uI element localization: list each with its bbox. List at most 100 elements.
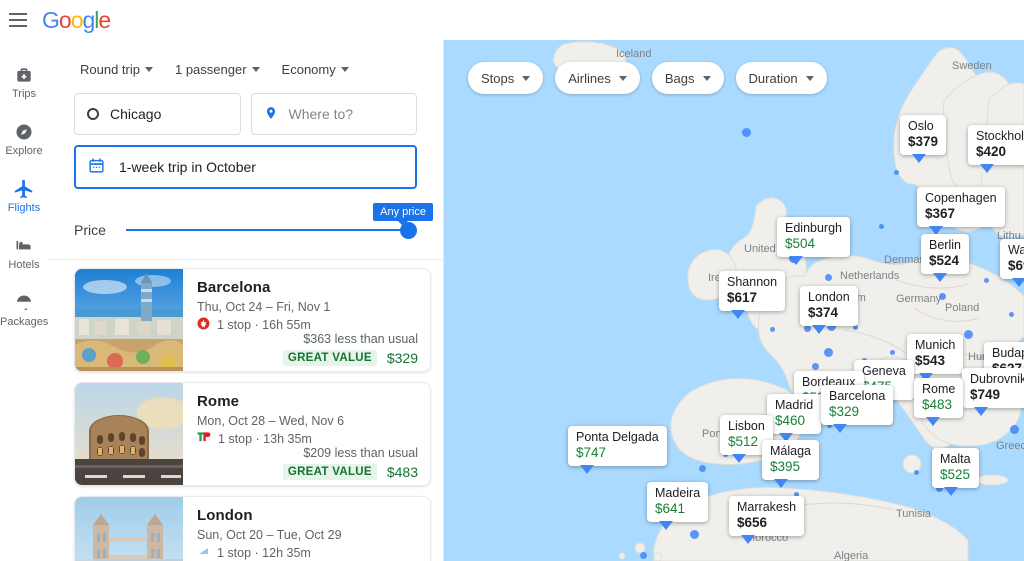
marker-city: Lisbon — [728, 419, 765, 433]
location-pin-icon — [264, 104, 278, 125]
dates-input[interactable]: 1-week trip in October — [74, 145, 417, 189]
price-slider-tooltip: Any price — [373, 203, 433, 226]
marker-city: Barcelona — [829, 389, 886, 403]
result-price: $329 — [386, 350, 418, 366]
result-price-note: $363 less than usual — [303, 332, 418, 346]
map-price-marker-london[interactable]: London $374 — [800, 286, 858, 334]
result-stops-text: 1 stop · 13h 35m — [218, 431, 312, 446]
destination-map[interactable]: Stops Airlines Bags Duration Iceland Swed… — [444, 40, 1024, 561]
map-price-marker-stockholm[interactable]: Stockholm$420 — [968, 125, 1024, 173]
dates-value: 1-week trip in October — [119, 159, 256, 175]
result-price-row: GREAT VALUE $483 — [282, 464, 418, 480]
sidebar-item-trips[interactable]: Trips — [0, 54, 48, 111]
marker-pointer-icon — [833, 423, 847, 433]
chevron-down-icon — [522, 75, 531, 81]
google-logo: Google — [42, 6, 111, 33]
marker-city: Ponta Delgada — [576, 430, 659, 444]
marker-city: Dubrovnik — [970, 372, 1024, 386]
map-price-marker-ponta-delgada[interactable]: Ponta Delgada $747 — [568, 426, 667, 474]
map-price-marker-munich[interactable]: Munich $543 — [907, 334, 964, 382]
sidebar-item-explore[interactable]: Explore — [0, 111, 48, 168]
chevron-down-icon — [340, 67, 349, 72]
price-slider-thumb[interactable] — [400, 221, 417, 239]
chevron-down-icon — [144, 67, 153, 72]
chevron-down-icon — [702, 75, 711, 81]
origin-input[interactable]: Chicago — [74, 93, 241, 135]
marker-price: $697 — [1008, 257, 1024, 273]
result-stops-text: 1 stop · 12h 35m — [217, 545, 311, 560]
map-price-marker-copenhagen[interactable]: Copenhagen $367 — [917, 187, 1005, 235]
marker-price: $367 — [925, 205, 956, 221]
map-price-marker-rome[interactable]: Rome $483 — [914, 378, 964, 426]
marker-price: $329 — [829, 403, 860, 419]
filter-chip-label: Duration — [748, 70, 798, 86]
marker-price: $524 — [929, 252, 960, 268]
map-price-marker-marrakesh[interactable]: Marrakesh $656 — [729, 496, 805, 544]
filter-chip-stops[interactable]: Stops — [468, 62, 544, 94]
result-card-rome[interactable]: Rome Mon, Oct 28 – Wed, Nov 6 1 stop · 1… — [74, 382, 431, 486]
result-dates: Mon, Oct 28 – Wed, Nov 6 — [197, 414, 345, 428]
map-price-marker-warsaw[interactable]: Warsaw$697 — [1000, 239, 1024, 287]
marker-city: Oslo — [908, 119, 934, 133]
marker-city: Geneva — [862, 364, 906, 378]
marker-pointer-icon — [974, 406, 988, 416]
umbrella-icon — [0, 291, 48, 313]
map-filter-chips: Stops Airlines Bags Duration — [468, 62, 827, 94]
airplane-icon — [0, 177, 48, 199]
origin-value: Chicago — [110, 106, 162, 122]
passengers-label: 1 passenger — [174, 62, 247, 77]
map-price-marker-shannon[interactable]: Shannon $617 — [719, 271, 786, 319]
destination-input[interactable]: Where to? — [250, 93, 417, 135]
trip-type-dropdown[interactable]: Round trip — [74, 58, 159, 81]
result-price-note: $209 less than usual — [303, 446, 418, 460]
filter-chip-duration[interactable]: Duration — [735, 62, 827, 94]
result-card-london[interactable]: London Sun, Oct 20 – Tue, Oct 29 1 stop … — [74, 496, 431, 561]
result-card-barcelona[interactable]: Barcelona Thu, Oct 24 – Fri, Nov 1 1 sto… — [74, 268, 431, 372]
marker-price: $543 — [915, 352, 946, 368]
sidebar-item-label: Flights — [7, 202, 41, 214]
marker-pointer-icon — [933, 272, 947, 282]
result-city: London — [197, 507, 253, 524]
map-price-marker-dubrovnik[interactable]: Dubrovnik $749 — [962, 368, 1024, 416]
chevron-down-icon — [805, 75, 814, 81]
chevron-down-icon — [251, 67, 260, 72]
map-price-marker-madeira[interactable]: Madeira $641 — [647, 482, 709, 530]
result-stops-row: 1 stop · 16h 55m — [197, 317, 418, 333]
compass-icon — [0, 120, 48, 142]
map-price-marker-barcelona[interactable]: Barcelona $329 — [821, 385, 894, 433]
cabin-class-dropdown[interactable]: Economy — [276, 58, 355, 81]
result-body: Barcelona Thu, Oct 24 – Fri, Nov 1 1 sto… — [183, 269, 430, 371]
marker-pointer-icon — [1012, 277, 1024, 287]
filter-chip-bags[interactable]: Bags — [651, 62, 724, 94]
trip-type-label: Round trip — [80, 62, 140, 77]
map-price-marker-berlin[interactable]: Berlin $524 — [921, 234, 969, 282]
map-price-marker-madrid[interactable]: Madrid $460 — [767, 394, 822, 442]
filter-chip-airlines[interactable]: Airlines — [555, 62, 640, 94]
sidebar-item-flights[interactable]: Flights — [0, 168, 48, 225]
map-price-marker-malta[interactable]: Malta $525 — [932, 448, 979, 496]
marker-city: Stockholm — [976, 129, 1024, 143]
marker-city: Marrakesh — [737, 500, 797, 514]
map-price-marker-oslo[interactable]: Oslo $379 — [900, 115, 947, 163]
price-slider[interactable]: Any price — [126, 203, 433, 241]
marker-pointer-icon — [580, 464, 594, 474]
sidebar-item-label: Explore — [5, 145, 43, 157]
marker-city: Edinburgh — [785, 221, 842, 235]
result-stops-text: 1 stop · 16h 55m — [217, 318, 311, 332]
marker-price: $504 — [785, 235, 816, 251]
map-price-marker-edinburgh[interactable]: Edinburgh $504 — [777, 217, 850, 265]
sidebar-item-label: Trips — [11, 88, 37, 100]
marker-city: Malta — [940, 452, 971, 466]
hamburger-menu-icon[interactable] — [6, 8, 30, 32]
map-price-marker-m-laga[interactable]: Málaga $395 — [762, 440, 819, 488]
marker-price: $379 — [908, 133, 939, 149]
filter-chip-label: Bags — [664, 70, 695, 86]
passengers-dropdown[interactable]: 1 passenger — [169, 58, 266, 81]
marker-city: Rome — [922, 382, 956, 396]
result-price: $483 — [386, 464, 418, 480]
sidebar-item-packages[interactable]: Packages — [0, 282, 48, 339]
marker-city: Budapest — [992, 346, 1024, 360]
generic-airline-logo — [197, 545, 210, 560]
sidebar-item-hotels[interactable]: Hotels — [0, 225, 48, 282]
result-price-row: GREAT VALUE $329 — [282, 350, 418, 366]
